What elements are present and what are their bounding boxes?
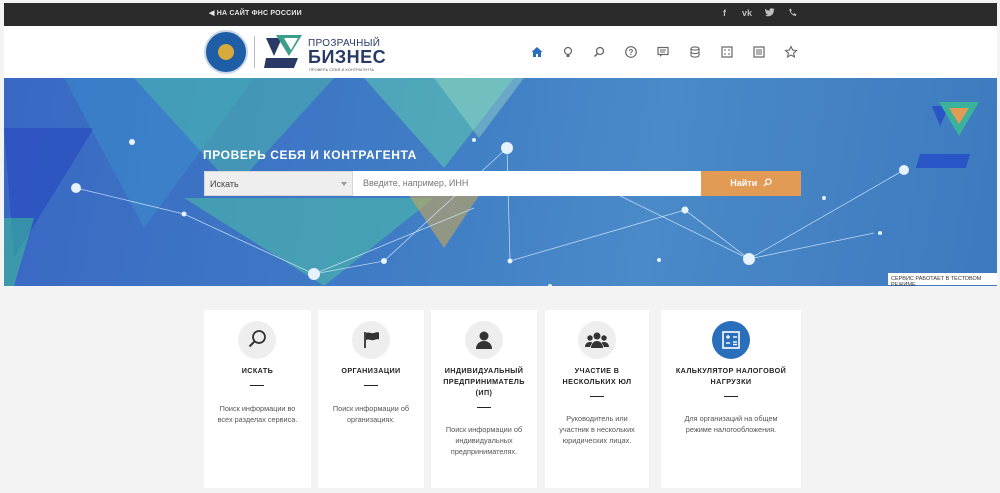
- card-divider: [477, 407, 491, 408]
- calculator-icon[interactable]: [720, 45, 734, 59]
- search-icon: [763, 178, 772, 187]
- chevron-down-icon: [341, 182, 347, 186]
- fns-emblem-logo[interactable]: [204, 30, 248, 74]
- site-header: ПРОЗРАЧНЫЙ БИЗНЕС ПРОВЕРЬ СЕБЯ И КОНТРАГ…: [4, 26, 997, 78]
- group-icon: [578, 321, 616, 359]
- hero-corner-logo-icon: [916, 102, 979, 168]
- card-divider: [590, 396, 604, 397]
- chat-icon[interactable]: [656, 45, 670, 59]
- calculator-icon: [712, 321, 750, 359]
- test-mode-badge: СЕРВИС РАБОТАЕТ В ТЕСТОВОМ РЕЖИМЕ: [888, 273, 997, 286]
- fns-site-link[interactable]: ◀ НА САЙТ ФНС РОССИИ: [209, 9, 302, 17]
- card-divider: [724, 396, 738, 397]
- search-scope-select[interactable]: Искать: [204, 171, 353, 196]
- card-description: Поиск информации об организациях.: [332, 404, 410, 424]
- list-icon[interactable]: [752, 45, 766, 59]
- card-divider: [364, 385, 378, 386]
- search-input-placeholder: Введите, например, ИНН: [363, 178, 469, 188]
- search-input[interactable]: Введите, например, ИНН: [353, 171, 701, 196]
- search-scope-value: Искать: [210, 179, 239, 189]
- database-icon[interactable]: [688, 45, 702, 59]
- fns-site-link-label: НА САЙТ ФНС РОССИИ: [216, 10, 302, 17]
- card-description: Руководитель или участник в нескольких юри…: [559, 414, 635, 445]
- eagle-icon: [218, 44, 234, 60]
- card-title: ИНДИВИДУАЛЬНЫЙ ПРЕДПРИНИМАТЕЛЬ (ИП): [443, 366, 525, 397]
- card-description: Для организаций на общем режиме налогообл…: [684, 414, 778, 434]
- top-bar: ◀ НА САЙТ ФНС РОССИИ f vk: [4, 3, 997, 26]
- card-search[interactable]: ИСКАТЬ Поиск информации во всех разделах …: [204, 310, 311, 488]
- card-tax-calculator[interactable]: КАЛЬКУЛЯТОР НАЛОГОВОЙ НАГРУЗКИ Для органи…: [661, 310, 801, 488]
- brand-tagline: ПРОВЕРЬ СЕБЯ И КОНТРАГЕНТА: [309, 67, 374, 72]
- card-title: ОРГАНИЗАЦИИ: [341, 366, 401, 375]
- facebook-icon[interactable]: f: [723, 8, 726, 18]
- search-button-label: Найти: [730, 178, 758, 188]
- card-title: ИСКАТЬ: [241, 366, 274, 375]
- search-icon[interactable]: [592, 45, 606, 59]
- card-description: Поиск информации во всех разделах сервиса…: [217, 404, 298, 424]
- help-icon[interactable]: ?: [624, 45, 638, 59]
- card-multiple-entities[interactable]: УЧАСТИЕ В НЕСКОЛЬКИХ ЮЛ Руководитель или у…: [545, 310, 649, 488]
- user-icon: [465, 321, 503, 359]
- lightbulb-icon[interactable]: [561, 45, 575, 59]
- transparent-business-logo-icon[interactable]: [262, 32, 304, 72]
- card-divider: [250, 385, 264, 386]
- hero-title: ПРОВЕРЬ СЕБЯ И КОНТРАГЕНТА: [203, 148, 417, 162]
- hero-banner: ПРОВЕРЬ СЕБЯ И КОНТРАГЕНТА Искать Введит…: [4, 78, 997, 286]
- vk-icon[interactable]: vk: [742, 8, 752, 18]
- home-icon[interactable]: [530, 45, 544, 59]
- card-description: Поиск информации об индивидуальных предпри…: [445, 425, 523, 456]
- search-icon: [238, 321, 276, 359]
- phone-icon[interactable]: [789, 8, 797, 19]
- twitter-icon[interactable]: [765, 8, 775, 19]
- svg-text:?: ?: [629, 48, 634, 57]
- brand-line-2: БИЗНЕС: [308, 47, 387, 67]
- card-title: УЧАСТИЕ В НЕСКОЛЬКИХ ЮЛ: [562, 366, 632, 386]
- card-individual-entrepreneur[interactable]: ИНДИВИДУАЛЬНЫЙ ПРЕДПРИНИМАТЕЛЬ (ИП) Поиск …: [431, 310, 537, 488]
- card-organizations[interactable]: ОРГАНИЗАЦИИ Поиск информации об организац…: [318, 310, 424, 488]
- header-divider: [254, 36, 255, 68]
- flag-icon: [352, 321, 390, 359]
- star-icon[interactable]: [784, 45, 798, 59]
- search-button[interactable]: Найти: [701, 171, 801, 196]
- card-title: КАЛЬКУЛЯТОР НАЛОГОВОЙ НАГРУЗКИ: [675, 366, 787, 386]
